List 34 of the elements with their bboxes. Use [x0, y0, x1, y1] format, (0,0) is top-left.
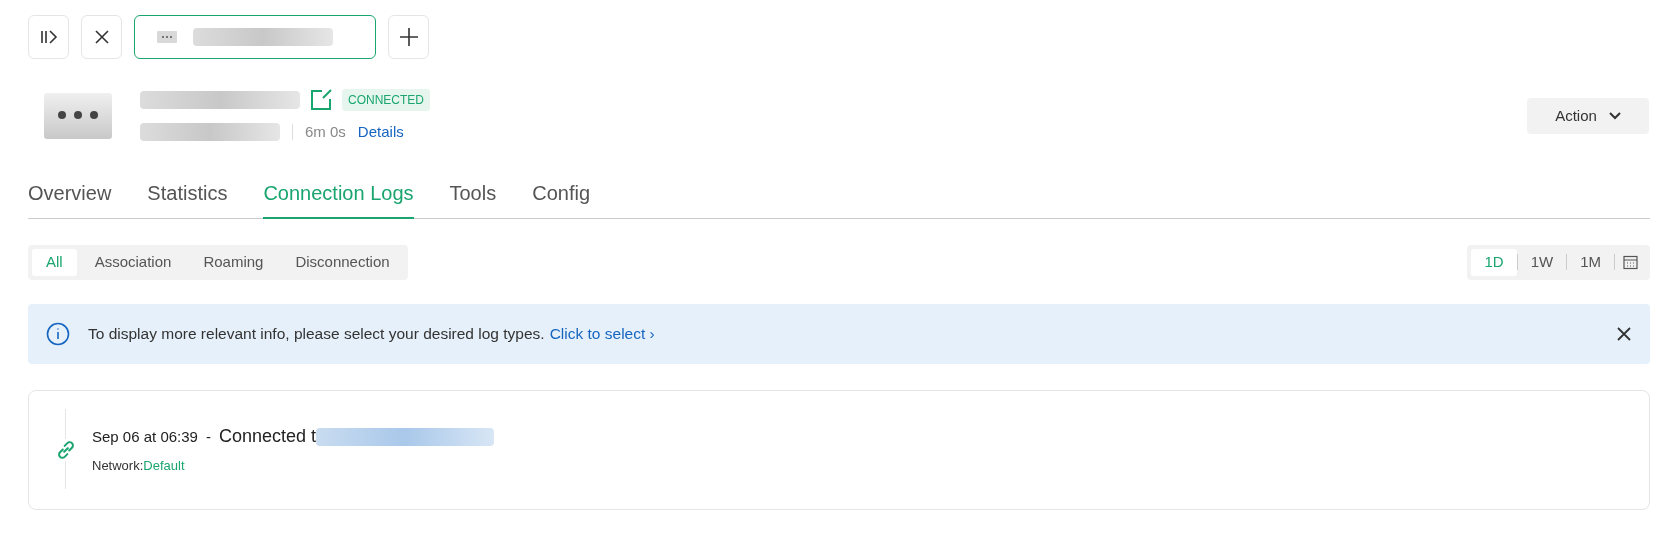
- network-name: Default: [143, 457, 185, 476]
- plus-icon: [398, 27, 419, 47]
- device-icon: [157, 31, 177, 43]
- status-badge: CONNECTED: [342, 89, 430, 111]
- tab[interactable]: Tools: [449, 177, 497, 219]
- range-option[interactable]: 1W: [1517, 248, 1567, 276]
- log-time: Sep 06 at 06:39: [92, 426, 198, 447]
- close-icon[interactable]: [1616, 325, 1632, 342]
- tab[interactable]: Config: [532, 177, 590, 219]
- separator: -: [205, 426, 211, 447]
- add-button[interactable]: [388, 15, 429, 59]
- device-tab[interactable]: [134, 15, 376, 59]
- device-image: [44, 93, 112, 140]
- info-icon: [46, 321, 70, 346]
- uptime: 6m 0s: [305, 122, 346, 142]
- action-button[interactable]: Action: [1527, 98, 1649, 135]
- banner-message: To display more relevant info, please select your desired log types.: [88, 323, 545, 344]
- select-link[interactable]: Click to select ›: [549, 321, 655, 346]
- edit-icon[interactable]: [310, 89, 332, 111]
- filter-option[interactable]: Disconnection: [281, 248, 404, 276]
- collapse-button[interactable]: [28, 15, 69, 59]
- tab[interactable]: Overview: [28, 177, 112, 219]
- filter-option[interactable]: Association: [80, 248, 186, 276]
- filter-option[interactable]: Roaming: [189, 248, 278, 276]
- chevron-down-icon: [1608, 112, 1621, 121]
- calendar-icon[interactable]: [1623, 254, 1638, 270]
- range-option[interactable]: 1M: [1567, 248, 1614, 276]
- close-button[interactable]: [81, 15, 122, 59]
- collapse-icon: [39, 29, 58, 45]
- close-icon: [93, 29, 110, 45]
- network-label: Network:: [92, 457, 144, 476]
- details-link[interactable]: Details: [357, 121, 404, 144]
- tab[interactable]: Statistics: [147, 177, 228, 219]
- log-event: Connected t: [218, 425, 316, 449]
